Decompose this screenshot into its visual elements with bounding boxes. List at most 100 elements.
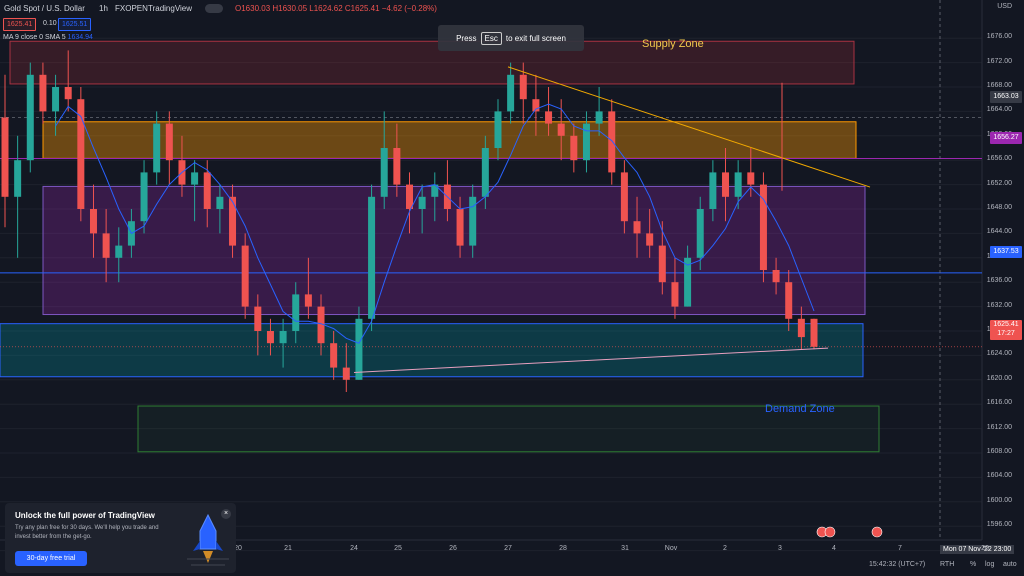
candle-body <box>797 318 805 338</box>
free-trial-button[interactable]: 30-day free trial <box>15 551 87 566</box>
crosshair-price-tag: 1663.03 <box>990 91 1022 103</box>
candle-body <box>52 87 60 112</box>
fullscreen-press: Press <box>456 33 477 43</box>
candle-body <box>165 123 173 161</box>
source-label: TradingView <box>148 4 193 13</box>
candle-body <box>671 282 679 307</box>
x-tick-label: 24 <box>350 545 358 552</box>
candle-body <box>545 111 553 124</box>
candle-body <box>570 135 578 161</box>
candle-body <box>785 282 793 319</box>
purple-zone <box>42 185 866 316</box>
x-tick-label: 21 <box>284 545 292 552</box>
y-tick-label: 1668.00 <box>986 82 1012 89</box>
promo-title: Unlock the full power of TradingView <box>15 511 155 520</box>
y-tick-label: 1664.00 <box>986 106 1012 114</box>
candle-body <box>646 233 654 246</box>
y-tick-label: 1600.00 <box>986 496 1012 504</box>
candle-body <box>456 209 464 246</box>
economic-event-flag-icon[interactable] <box>871 526 883 538</box>
candle-body <box>140 172 148 222</box>
percent-toggle[interactable]: % <box>970 561 976 568</box>
candle-body <box>747 172 755 185</box>
clock-time[interactable]: 15:42:32 (UTC+7) <box>869 561 925 568</box>
x-tick-label: 27 <box>504 545 512 552</box>
candle-body <box>772 270 780 283</box>
chart-header: Gold Spot / U.S. Dollar 1h FXOPEN Tradin… <box>0 0 980 18</box>
candle-body <box>494 111 502 148</box>
y-tick-label: 1612.00 <box>986 423 1012 431</box>
toggle-icon[interactable] <box>205 4 223 13</box>
candle-body <box>229 196 237 246</box>
candle-body <box>279 331 287 344</box>
candle-body <box>507 74 515 112</box>
candle-body <box>696 209 704 258</box>
candle-body <box>810 318 818 347</box>
spread-value: 0.10 <box>43 20 57 27</box>
candle-body <box>595 111 603 124</box>
candle-body <box>734 172 742 197</box>
last-price-value: 1625.41 <box>993 321 1019 328</box>
candle-body <box>722 172 730 197</box>
interval-label[interactable]: 1h <box>99 4 108 13</box>
candle-body <box>115 245 123 258</box>
esc-key: Esc <box>480 31 502 45</box>
y-tick-label: 1656.00 <box>986 155 1012 163</box>
ma-value: 1634.94 <box>67 34 93 41</box>
y-tick-label: 1616.00 <box>986 399 1012 407</box>
sell-button[interactable]: 1625.41 <box>3 18 37 31</box>
crosshair-time: 23:00 <box>993 546 1012 553</box>
ma-label: MA 9 close 0 SMA 5 <box>3 34 66 41</box>
y-tick-label: 1632.00 <box>986 301 1012 309</box>
auto-toggle[interactable]: auto <box>1003 561 1017 568</box>
blue-line-price-tag: 1637.53 <box>990 246 1022 258</box>
last-price-tag: 1625.41 17:27 <box>990 320 1022 340</box>
x-tick-label: 28 <box>559 545 567 552</box>
y-tick-label: 1636.00 <box>986 277 1012 285</box>
candle-body <box>481 148 489 197</box>
candle-body <box>633 221 641 234</box>
rth-toggle[interactable]: RTH <box>940 561 954 568</box>
y-tick-label: 1652.00 <box>986 179 1012 187</box>
candle-body <box>77 99 85 209</box>
candle-body <box>355 318 363 380</box>
fullscreen-rest: to exit full screen <box>505 33 566 43</box>
y-tick-label: 1624.00 <box>986 350 1012 358</box>
candle-body <box>342 367 350 380</box>
x-tick-tz: 20: <box>981 545 991 552</box>
x-tick-label: 3 <box>778 545 782 552</box>
orange-zone <box>42 121 857 159</box>
symbol-title[interactable]: Gold Spot / U.S. Dollar <box>4 4 85 13</box>
currency-label[interactable]: USD <box>997 3 1012 10</box>
candle-body <box>557 123 565 136</box>
rocket-icon <box>187 513 229 566</box>
price-chart[interactable] <box>0 0 1024 576</box>
economic-event-flag-icon[interactable] <box>824 526 836 538</box>
candle-body <box>191 172 199 185</box>
candle-body <box>418 196 426 209</box>
x-tick-label: 25 <box>394 545 402 552</box>
candle-body <box>380 148 388 197</box>
log-toggle[interactable]: log <box>985 561 994 568</box>
ma-legend[interactable]: MA 9 close 0 SMA 5 1634.94 <box>3 34 93 41</box>
y-tick-label: 1644.00 <box>986 228 1012 236</box>
x-tick-label: 26 <box>449 545 457 552</box>
y-tick-label: 1648.00 <box>986 204 1012 211</box>
buy-button[interactable]: 1625.51 <box>58 18 92 31</box>
x-tick-label: 7 <box>898 545 902 552</box>
candle-body <box>292 294 300 331</box>
y-tick-label: 1620.00 <box>986 374 1012 382</box>
candle-body <box>266 331 274 344</box>
candle-body <box>153 123 161 173</box>
candle-body <box>304 294 312 307</box>
y-tick-label: 1604.00 <box>986 472 1012 480</box>
candle-body <box>216 196 224 209</box>
candle-body <box>393 148 401 185</box>
x-tick-label: 2 <box>723 545 727 552</box>
x-tick-label: 4 <box>832 545 836 552</box>
candle-body <box>608 111 616 173</box>
purple-line-price-tag: 1656.27 <box>990 132 1022 144</box>
x-tick-label: Nov <box>664 545 678 552</box>
y-tick-label: 1608.00 <box>986 448 1012 455</box>
y-tick-label: 1672.00 <box>986 57 1012 65</box>
